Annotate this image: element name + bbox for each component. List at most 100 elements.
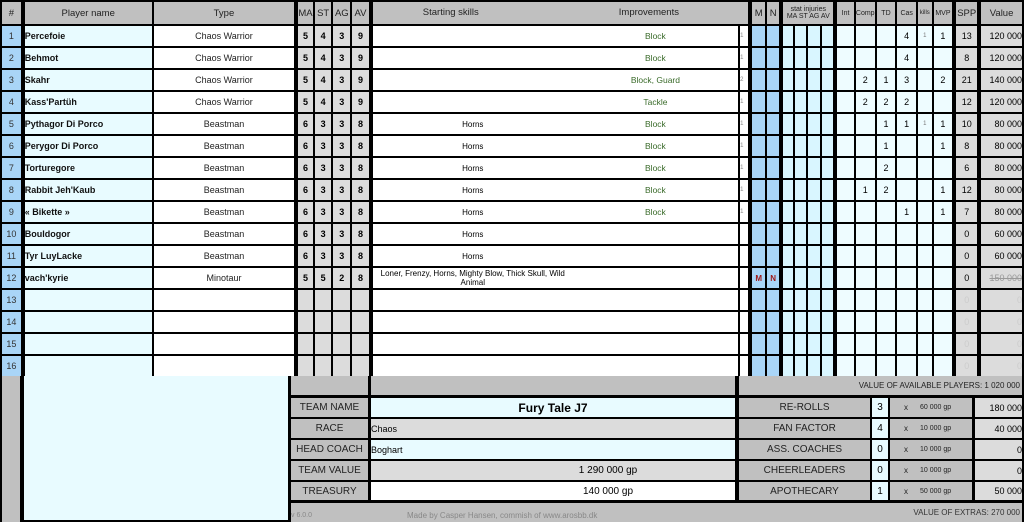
stat-injury-cell[interactable] [781,202,793,222]
niggling-injury[interactable] [766,158,780,178]
stat-injury-cell[interactable] [781,334,793,354]
touchdowns[interactable]: 1 [876,70,896,90]
completions[interactable]: 2 [855,92,875,112]
stat-injury-cell[interactable] [808,312,820,332]
treasury-field[interactable]: 140 000 gp [371,482,735,500]
kills[interactable]: 1 [918,114,932,134]
touchdowns[interactable]: 2 [876,180,896,200]
stat-injury-cell[interactable] [794,26,807,46]
mvp[interactable] [933,92,953,112]
player-type[interactable]: Beastman [153,202,295,222]
completions[interactable] [855,114,875,134]
stat-injury-cell[interactable] [781,136,793,156]
player-name[interactable]: Behmot [22,48,152,68]
stat-injury-cell[interactable] [794,334,807,354]
casualties[interactable]: 3 [897,70,917,90]
stat-injury-cell[interactable] [781,158,793,178]
casualties[interactable] [897,356,917,376]
head-coach-field[interactable]: Boghart [371,440,735,459]
touchdowns[interactable]: 2 [876,92,896,112]
skills-cell[interactable]: Horns [370,246,739,266]
player-type[interactable] [153,290,295,310]
completions[interactable]: 1 [855,180,875,200]
stat-injury-cell[interactable] [781,224,793,244]
completions[interactable] [855,48,875,68]
kills[interactable] [918,356,932,376]
miss-next-game[interactable]: M [750,268,765,288]
extra-qty[interactable]: 0 [872,440,888,459]
miss-next-game[interactable] [750,136,765,156]
stat-injury-cell[interactable] [821,334,834,354]
stat-injury-cell[interactable] [781,92,793,112]
touchdowns[interactable] [876,268,896,288]
casualties[interactable]: 1 [897,114,917,134]
player-type[interactable] [153,312,295,332]
mvp[interactable]: 1 [933,202,953,222]
skills-cell[interactable]: Horns Block [370,114,739,134]
casualties[interactable] [897,180,917,200]
stat-injury-cell[interactable] [808,48,820,68]
stat-injury-cell[interactable] [781,26,793,46]
player-name[interactable]: Pythagor Di Porco [22,114,152,134]
player-type[interactable]: Beastman [153,136,295,156]
niggling-injury[interactable] [766,180,780,200]
stat-injury-cell[interactable] [821,246,834,266]
casualties[interactable] [897,334,917,354]
player-name[interactable] [22,290,152,310]
race-field[interactable]: Chaos [371,419,735,438]
niggling-injury[interactable] [766,26,780,46]
player-type[interactable]: Chaos Warrior [153,92,295,112]
mvp[interactable]: 2 [933,70,953,90]
niggling-injury[interactable] [766,114,780,134]
extra-qty[interactable]: 4 [872,419,888,438]
miss-next-game[interactable] [750,356,765,376]
stat-injury-cell[interactable] [794,180,807,200]
stat-injury-cell[interactable] [808,356,820,376]
stat-injury-cell[interactable] [821,92,834,112]
stat-injury-cell[interactable] [781,70,793,90]
mvp[interactable] [933,48,953,68]
completions[interactable] [855,136,875,156]
miss-next-game[interactable] [750,48,765,68]
player-name[interactable]: Kass'Partüh [22,92,152,112]
completions[interactable] [855,290,875,310]
completions[interactable] [855,246,875,266]
stat-injury-cell[interactable] [821,202,834,222]
touchdowns[interactable]: 2 [876,158,896,178]
casualties[interactable] [897,224,917,244]
touchdowns[interactable] [876,290,896,310]
completions[interactable] [855,268,875,288]
skills-cell[interactable] [370,290,739,310]
touchdowns[interactable] [876,312,896,332]
interceptions[interactable] [835,70,854,90]
stat-injury-cell[interactable] [781,48,793,68]
interceptions[interactable] [835,290,854,310]
niggling-injury[interactable]: N [766,268,780,288]
stat-injury-cell[interactable] [821,48,834,68]
casualties[interactable] [897,246,917,266]
skills-cell[interactable] [370,356,739,376]
skills-cell[interactable]: Horns [370,224,739,244]
player-type[interactable]: Chaos Warrior [153,26,295,46]
stat-injury-cell[interactable] [821,290,834,310]
kills[interactable] [918,70,932,90]
stat-injury-cell[interactable] [808,202,820,222]
stat-injury-cell[interactable] [821,268,834,288]
touchdowns[interactable]: 1 [876,114,896,134]
skills-cell[interactable]: Block, Guard [370,70,739,90]
niggling-injury[interactable] [766,246,780,266]
touchdowns[interactable] [876,202,896,222]
miss-next-game[interactable] [750,26,765,46]
player-type[interactable] [153,334,295,354]
miss-next-game[interactable] [750,246,765,266]
interceptions[interactable] [835,180,854,200]
stat-injury-cell[interactable] [794,290,807,310]
player-name[interactable]: Skahr [22,70,152,90]
player-type[interactable]: Minotaur [153,268,295,288]
stat-injury-cell[interactable] [794,48,807,68]
stat-injury-cell[interactable] [794,356,807,376]
stat-injury-cell[interactable] [808,290,820,310]
miss-next-game[interactable] [750,70,765,90]
interceptions[interactable] [835,334,854,354]
kills[interactable] [918,246,932,266]
